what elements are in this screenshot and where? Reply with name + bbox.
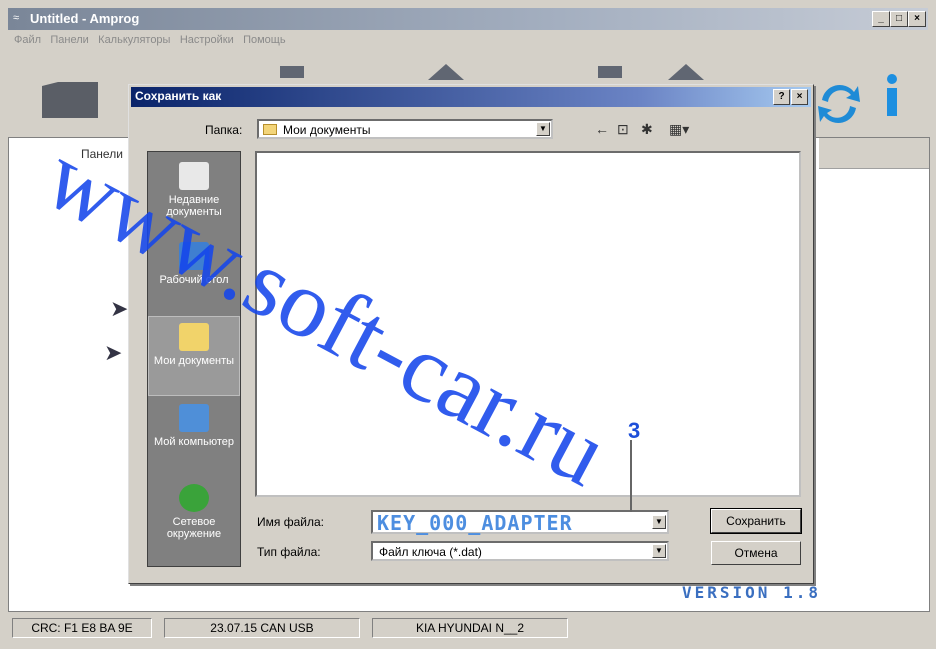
places-bar: Недавние документы Рабочий стол Мои доку…: [147, 151, 241, 567]
save-button[interactable]: Сохранить: [710, 508, 802, 534]
place-documents-label: Мои документы: [153, 355, 235, 367]
place-recent[interactable]: Недавние документы: [148, 156, 240, 236]
main-titlebar[interactable]: ≈ Untitled - Amprog _ □ ×: [8, 8, 928, 30]
menu-panels[interactable]: Панели: [50, 34, 88, 46]
pointer-icon: ➤: [110, 296, 129, 321]
chevron-down-icon[interactable]: ▼: [652, 515, 666, 529]
upload-icon-2[interactable]: [668, 62, 704, 80]
place-my-documents[interactable]: Мои документы: [148, 316, 240, 396]
folder-icon: [263, 124, 277, 135]
panel-header-strip: [819, 138, 929, 169]
dialog-titlebar[interactable]: Сохранить как ? ×: [131, 87, 811, 107]
status-date-interface: 23.07.15 CAN USB: [164, 618, 360, 638]
new-folder-icon[interactable]: ✱: [641, 121, 653, 138]
file-list[interactable]: [255, 151, 801, 497]
menu-file[interactable]: Файл: [14, 34, 41, 46]
save-icon[interactable]: [280, 66, 304, 78]
filetype-label: Тип файла:: [257, 545, 321, 559]
pointer-icon-2: ➤: [104, 340, 123, 365]
open-folder-icon[interactable]: [38, 78, 102, 122]
status-model: KIA HYUNDAI N__2: [372, 618, 568, 638]
filename-value: KEY_000_ADAPTER: [377, 511, 573, 535]
version-label: VERSION 1.8: [682, 583, 821, 602]
folder-value: Мои документы: [283, 123, 371, 137]
place-my-computer[interactable]: Мой компьютер: [148, 398, 240, 478]
filetype-value: Файл ключа (*.dat): [379, 545, 482, 559]
window-title: Untitled - Amprog: [30, 11, 140, 26]
save-as-dialog: Сохранить как ? × Папка: Мои документы ▼…: [128, 84, 814, 584]
network-icon: [179, 484, 209, 512]
my-documents-icon: [179, 323, 209, 351]
folder-label: Папка:: [205, 123, 243, 137]
filename-label: Имя файла:: [257, 515, 324, 529]
filename-input[interactable]: KEY_000_ADAPTER ▼: [371, 510, 669, 535]
place-computer-label: Мой компьютер: [153, 436, 235, 448]
place-network-label: Сетевое окружение: [166, 516, 222, 540]
status-crc: CRC: F1 E8 BA 9E: [12, 618, 152, 638]
close-button[interactable]: ×: [908, 11, 926, 27]
place-network[interactable]: Сетевое окружение: [148, 478, 240, 558]
minimize-button[interactable]: _: [872, 11, 890, 27]
save-icon-2[interactable]: [598, 66, 622, 78]
panel-label: Панели: [81, 147, 123, 161]
app-icon: ≈: [13, 12, 20, 24]
cancel-button[interactable]: Отмена: [711, 541, 801, 565]
chevron-down-icon[interactable]: ▼: [536, 122, 550, 136]
desktop-icon: [179, 242, 209, 270]
annotation-line: [630, 440, 632, 512]
maximize-button[interactable]: □: [890, 11, 908, 27]
up-folder-icon[interactable]: ⊡: [617, 121, 629, 138]
back-icon[interactable]: ←: [595, 121, 609, 137]
upload-icon[interactable]: [428, 62, 464, 80]
info-icon[interactable]: [880, 72, 904, 118]
refresh-icon[interactable]: [814, 78, 864, 128]
folder-select[interactable]: Мои документы ▼: [257, 119, 553, 139]
help-button[interactable]: ?: [773, 89, 790, 105]
place-desktop-label: Рабочий стол: [159, 274, 229, 286]
status-bar: CRC: F1 E8 BA 9E 23.07.15 CAN USB KIA HY…: [8, 614, 928, 642]
filetype-select[interactable]: Файл ключа (*.dat) ▼: [371, 541, 669, 561]
dialog-title: Сохранить как: [135, 89, 222, 103]
place-recent-label: Недавние документы: [166, 194, 222, 218]
view-menu-icon[interactable]: ▦▾: [669, 121, 689, 138]
menu-calculators[interactable]: Калькуляторы: [98, 34, 170, 46]
chevron-down-icon[interactable]: ▼: [652, 544, 666, 558]
menu-bar: Файл Панели Калькуляторы Настройки Помощ…: [8, 31, 928, 51]
menu-help[interactable]: Помощь: [243, 34, 286, 46]
menu-settings[interactable]: Настройки: [180, 34, 234, 46]
dialog-close-button[interactable]: ×: [791, 89, 808, 105]
recent-documents-icon: [179, 162, 209, 190]
place-desktop[interactable]: Рабочий стол: [148, 236, 240, 316]
my-computer-icon: [179, 404, 209, 432]
